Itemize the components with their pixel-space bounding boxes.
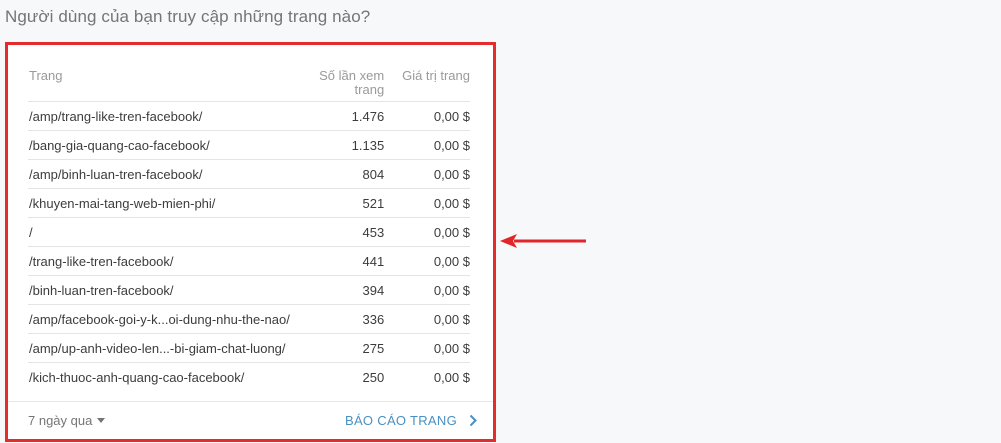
table-row: /trang-like-tren-facebook/ 441 0,00 $ [28,247,470,276]
page-value: 0,00 $ [433,370,470,385]
table-row: /amp/facebook-goi-y-k...oi-dung-nhu-the-… [28,305,470,334]
table-row: /bang-gia-quang-cao-facebook/ 1.135 0,00… [28,131,470,160]
table-row: /amp/binh-luan-tren-facebook/ 804 0,00 $ [28,160,470,189]
date-range-label: 7 ngày qua [28,412,93,428]
page-path: /kich-thuoc-anh-quang-cao-facebook/ [29,370,245,385]
report-link-label: BÁO CÁO TRANG [344,412,457,428]
page-value: 0,00 $ [433,253,470,269]
caret-down-icon [97,417,106,423]
page-views: 250 [362,370,385,385]
page-views: 1.135 [351,137,385,153]
chevron-right-icon [469,414,477,427]
top-pages-card: Trang Số lần xem trang Giá trị trang /am… [5,42,496,442]
table-row: /binh-luan-tren-facebook/ 394 0,00 $ [28,276,470,305]
page-value: 0,00 $ [433,340,470,356]
page-views: 521 [362,195,385,211]
page-path: /amp/up-anh-video-len...-bi-giam-chat-lu… [29,340,286,356]
table-row: /khuyen-mai-tang-web-mien-phi/ 521 0,00 … [28,189,470,218]
page-views: 1.476 [351,108,385,124]
table-row: /kich-thuoc-anh-quang-cao-facebook/ 250 … [28,363,470,392]
page-path: /trang-like-tren-facebook/ [29,253,174,269]
pages-report-link[interactable]: BÁO CÁO TRANG [345,413,477,428]
column-header-value: Giá trị trang [402,68,470,83]
page-value: 0,00 $ [433,108,470,124]
page-value: 0,00 $ [433,137,470,153]
table-header: Trang Số lần xem trang Giá trị trang [28,65,470,102]
page-views: 453 [362,224,385,240]
column-header-views: Số lần xem trang [319,68,385,97]
page-path: /amp/facebook-goi-y-k...oi-dung-nhu-the-… [29,311,290,327]
table-row: /amp/up-anh-video-len...-bi-giam-chat-lu… [28,334,470,363]
page-value: 0,00 $ [433,224,470,240]
page-path: / [29,224,33,240]
top-pages-table: Trang Số lần xem trang Giá trị trang /am… [28,65,470,392]
page-value: 0,00 $ [433,282,470,298]
page-views: 394 [362,282,385,298]
page-views: 804 [362,166,385,182]
table-row: / 453 0,00 $ [28,218,470,247]
column-header-page: Trang [29,68,63,83]
page-value: 0,00 $ [433,311,470,327]
table-row: /amp/trang-like-tren-facebook/ 1.476 0,0… [28,102,470,131]
page-path: /khuyen-mai-tang-web-mien-phi/ [29,195,216,211]
page-path: /binh-luan-tren-facebook/ [29,282,174,298]
footer-divider [8,401,493,402]
section-question: Người dùng của bạn truy cập những trang … [5,7,371,26]
page-value: 0,00 $ [433,166,470,182]
date-range-dropdown[interactable]: 7 ngày qua [28,412,106,428]
page-path: /amp/trang-like-tren-facebook/ [29,108,203,124]
page-views: 275 [362,340,385,356]
page-views: 441 [362,253,385,269]
arrow-left-icon [500,231,588,251]
page-value: 0,00 $ [433,195,470,211]
page-path: /bang-gia-quang-cao-facebook/ [29,137,210,153]
page-path: /amp/binh-luan-tren-facebook/ [29,166,203,182]
card-footer: 7 ngày qua BÁO CÁO TRANG [28,407,477,433]
page-views: 336 [362,311,385,327]
